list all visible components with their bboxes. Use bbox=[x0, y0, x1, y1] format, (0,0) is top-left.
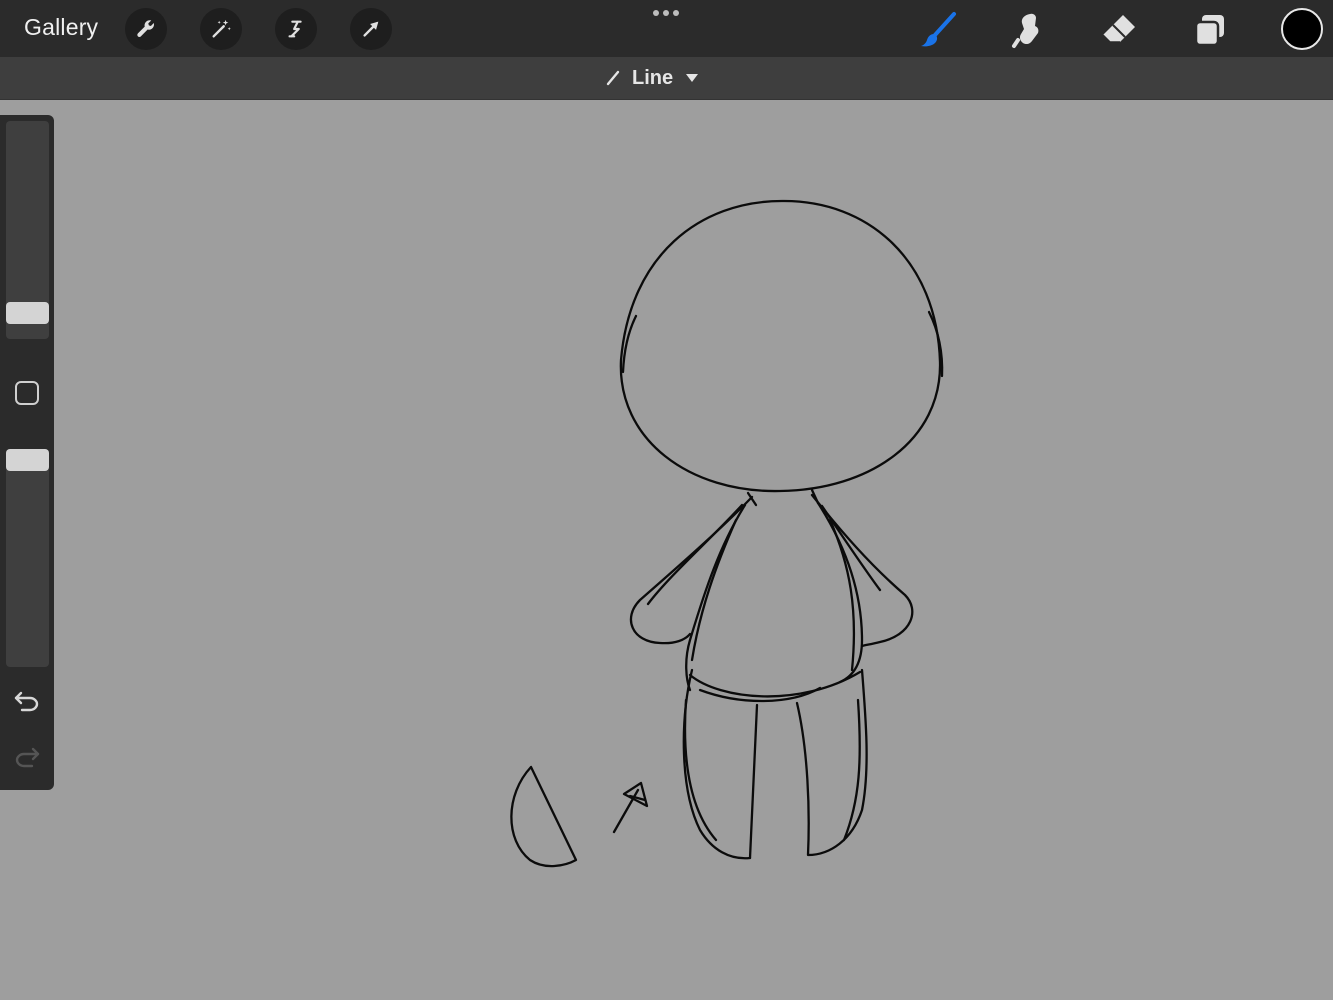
brush-icon[interactable] bbox=[918, 10, 958, 50]
actions-wrench-button[interactable] bbox=[125, 8, 167, 50]
sketch-right-leg bbox=[795, 668, 868, 857]
wrench-icon bbox=[137, 20, 155, 37]
quickshape-bar: Line bbox=[0, 57, 1333, 100]
magic-wand-icon bbox=[212, 19, 231, 38]
sketch-left-arm-stroke bbox=[646, 503, 744, 606]
gallery-button[interactable]: Gallery bbox=[24, 14, 98, 41]
character-sketch bbox=[510, 199, 944, 868]
more-options-icon[interactable] bbox=[652, 8, 682, 18]
sketch-head bbox=[619, 199, 942, 493]
sketch-right-arm-stroke bbox=[820, 504, 882, 592]
sketch-left-arm bbox=[629, 495, 754, 645]
eraser-icon[interactable] bbox=[1099, 10, 1139, 50]
chevron-down-icon bbox=[686, 74, 699, 82]
sketch-left-leg bbox=[682, 668, 752, 860]
shape-type-dropdown[interactable]: Line bbox=[606, 57, 699, 99]
sketch-half-circle bbox=[510, 765, 578, 868]
smudge-icon[interactable] bbox=[1008, 10, 1048, 50]
selection-icon bbox=[288, 20, 302, 38]
sketch-head-stroke bbox=[621, 314, 638, 374]
sketch-left-leg-stroke bbox=[683, 698, 718, 842]
line-icon bbox=[606, 70, 620, 86]
layers-icon[interactable] bbox=[1190, 10, 1230, 50]
sketch-left-leg-inner bbox=[748, 703, 759, 860]
shape-type-label: Line bbox=[632, 66, 674, 89]
sketch-hips bbox=[688, 670, 862, 698]
sketch-left-body-stroke bbox=[690, 518, 738, 662]
color-picker-button[interactable] bbox=[1281, 8, 1323, 50]
drawing-canvas[interactable] bbox=[0, 100, 1333, 1000]
transform-button[interactable] bbox=[350, 8, 392, 50]
selection-button[interactable] bbox=[275, 8, 317, 50]
adjustments-button[interactable] bbox=[200, 8, 242, 50]
transform-arrow-icon bbox=[363, 21, 379, 37]
sketch-right-body-stroke bbox=[828, 518, 856, 672]
top-toolbar: Gallery bbox=[0, 0, 1333, 57]
